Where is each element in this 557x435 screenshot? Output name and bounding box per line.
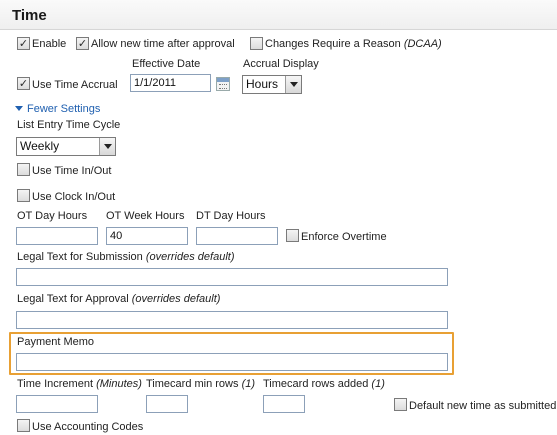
default-submitted-label: Default new time as submitted (409, 400, 557, 412)
use-time-in-out-checkbox[interactable] (17, 163, 30, 176)
allow-after-approval-label: Allow new time after approval (91, 38, 235, 50)
chevron-down-icon (285, 76, 301, 93)
enable-label: Enable (32, 38, 67, 50)
allow-after-approval-checkbox[interactable]: ✓ (76, 37, 89, 50)
calendar-icon[interactable] (216, 77, 230, 91)
ot-week-hours-label: OT Week Hours (106, 210, 185, 222)
time-cycle-value: Weekly (20, 139, 60, 153)
use-time-accrual-label: Use Time Accrual (32, 79, 118, 91)
payment-memo-input[interactable] (16, 353, 448, 371)
payment-memo-label: Payment Memo (17, 336, 95, 348)
time-cycle-select[interactable]: Weekly (16, 137, 116, 156)
legal-submission-input[interactable] (16, 268, 448, 286)
effective-date-input[interactable]: 1/1/2011 (130, 74, 211, 92)
section-header: Time (0, 0, 557, 30)
dt-day-hours-label: DT Day Hours (196, 210, 266, 222)
ot-day-hours-input[interactable] (16, 227, 98, 245)
rows-added-label: Timecard rows added (1) (263, 378, 385, 390)
enable-checkbox[interactable]: ✓ (17, 37, 30, 50)
use-time-accrual-checkbox[interactable]: ✓ (17, 77, 30, 90)
dt-day-hours-input[interactable] (196, 227, 278, 245)
legal-approval-label: Legal Text for Approval (overrides defau… (17, 293, 221, 305)
accrual-display-value: Hours (246, 77, 279, 91)
chevron-down-icon (99, 138, 115, 155)
time-increment-label: Time Increment (Minutes) (17, 378, 142, 390)
require-reason-checkbox[interactable] (250, 37, 263, 50)
use-accounting-codes-checkbox[interactable] (17, 419, 30, 432)
default-submitted-checkbox[interactable] (394, 398, 407, 411)
legal-approval-input[interactable] (16, 311, 448, 329)
time-increment-input[interactable] (16, 395, 98, 413)
rows-added-input[interactable] (263, 395, 305, 413)
accrual-display-select[interactable]: Hours (242, 75, 302, 94)
enforce-overtime-checkbox[interactable] (286, 229, 299, 242)
collapse-arrow-icon[interactable] (15, 106, 23, 111)
effective-date-label: Effective Date (132, 58, 201, 70)
legal-submission-label: Legal Text for Submission (overrides def… (17, 251, 235, 263)
ot-week-hours-input[interactable]: 40 (106, 227, 188, 245)
use-clock-in-out-label: Use Clock In/Out (32, 191, 116, 203)
use-clock-in-out-checkbox[interactable] (17, 189, 30, 202)
accrual-display-label: Accrual Display (243, 58, 319, 70)
use-accounting-codes-label: Use Accounting Codes (32, 421, 144, 433)
fewer-settings-link[interactable]: Fewer Settings (27, 103, 100, 115)
enforce-overtime-label: Enforce Overtime (301, 231, 387, 243)
ot-day-hours-label: OT Day Hours (17, 210, 88, 222)
time-cycle-label: List Entry Time Cycle (17, 119, 121, 131)
min-rows-input[interactable] (146, 395, 188, 413)
min-rows-label: Timecard min rows (1) (146, 378, 256, 390)
require-reason-label: Changes Require a Reason (DCAA) (265, 38, 442, 50)
section-title: Time (12, 7, 47, 24)
use-time-in-out-label: Use Time In/Out (32, 165, 112, 177)
